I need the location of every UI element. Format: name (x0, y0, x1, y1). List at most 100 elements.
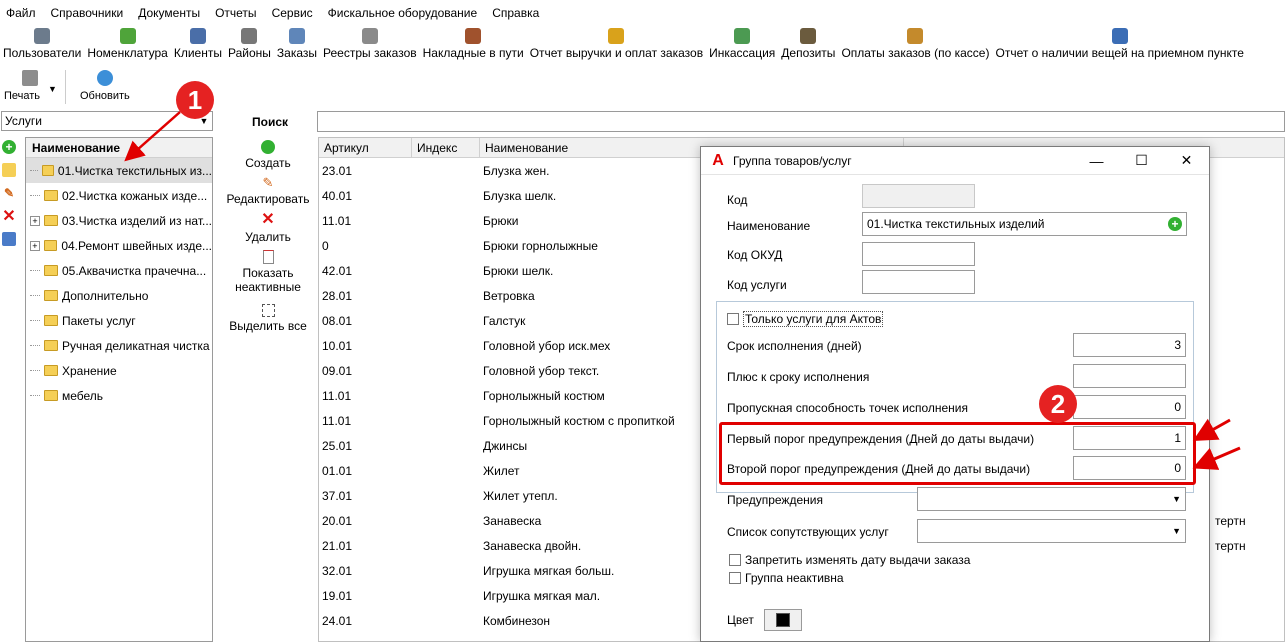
tree-item[interactable]: Дополнительно (26, 283, 212, 308)
toolbar-button[interactable]: Заказы (274, 26, 320, 60)
column-header-index[interactable]: Индекс (412, 138, 480, 157)
select-all-button[interactable]: Выделить все (218, 304, 318, 333)
toolbar-button-label: Оплаты заказов (по кассе) (841, 46, 990, 60)
pencil-icon[interactable]: ✎ (2, 186, 16, 200)
folder-icon (44, 390, 58, 401)
delete-button[interactable]: ✕ Удалить (218, 212, 318, 245)
maximize-icon[interactable]: ☐ (1119, 152, 1164, 169)
name-field[interactable]: 01.Чистка текстильных изделий + (862, 212, 1187, 236)
tree-item[interactable]: 05.Аквачистка прачечна... (26, 258, 212, 283)
toolbar-button[interactable]: Районы (225, 26, 274, 60)
tree-item[interactable]: +03.Чистка изделий из нат... (26, 208, 212, 233)
capacity-field[interactable]: 0 (1073, 395, 1186, 419)
chevron-down-icon: ▼ (1172, 494, 1181, 504)
add-icon[interactable]: + (2, 140, 16, 154)
tree-item-label: Хранение (62, 363, 117, 378)
show-inactive-button[interactable]: Показать неактивные (218, 250, 318, 294)
districts-icon (241, 28, 258, 44)
folder-icon (44, 190, 58, 201)
tree-item[interactable]: Пакеты услуг (26, 308, 212, 333)
toolbar-button-label: Накладные в пути (422, 46, 524, 60)
users-icon (34, 28, 51, 44)
toolbar-button[interactable]: Отчет о наличии вещей на приемном пункте (992, 26, 1246, 60)
cell-article: 19.01 (322, 588, 353, 603)
plus-circle-icon (261, 140, 275, 154)
cell-article: 09.01 (322, 363, 353, 378)
revenue-report-icon (608, 28, 625, 44)
tree-connector (30, 395, 40, 396)
menu-item[interactable]: Документы (131, 6, 208, 20)
inactive-checkbox-row[interactable]: Группа неактивна (729, 571, 844, 585)
capacity-label: Пропускная способность точек исполнения (727, 401, 968, 415)
menu-item[interactable]: Справка (485, 6, 547, 20)
toolbar-button[interactable]: Отчет выручки и оплат заказов (527, 26, 706, 60)
toolbar-button[interactable]: Реестры заказов (320, 26, 420, 60)
toolbar-button[interactable]: Пользователи (0, 26, 84, 60)
tree-item[interactable]: мебель (26, 383, 212, 408)
refresh-button[interactable]: Обновить (66, 66, 138, 108)
color-swatch (776, 613, 790, 627)
plus-term-field[interactable] (1073, 364, 1186, 388)
term-field[interactable]: 3 (1073, 333, 1186, 357)
toolbar-button[interactable]: Клиенты (171, 26, 225, 60)
open-folder-icon[interactable] (2, 163, 16, 177)
annotation-badge-2: 2 (1039, 385, 1077, 423)
related-services-select[interactable]: ▼ (917, 519, 1186, 543)
add-icon[interactable]: + (1168, 217, 1182, 231)
term-label: Срок исполнения (дней) (727, 339, 862, 353)
tree-item[interactable]: Хранение (26, 358, 212, 383)
inactive-checkbox[interactable] (729, 572, 741, 584)
print-button[interactable]: Печать ▼ (0, 66, 65, 108)
close-icon[interactable]: ✕ (1164, 152, 1209, 169)
tree-item-label: 05.Аквачистка прачечна... (62, 263, 207, 278)
printer-icon (22, 70, 39, 86)
okud-field[interactable] (862, 242, 975, 266)
toolbar-button[interactable]: Депозиты (778, 26, 838, 60)
menu-item[interactable]: Справочники (44, 6, 132, 20)
threshold-highlight-box (719, 422, 1196, 485)
tree-item[interactable]: 02.Чистка кожаных изде... (26, 183, 212, 208)
column-header-article[interactable]: Артикул (319, 138, 412, 157)
service-code-field[interactable] (862, 270, 975, 294)
folder-icon (42, 165, 54, 176)
warnings-select[interactable]: ▼ (917, 487, 1186, 511)
clients-icon (189, 28, 206, 44)
forbid-date-checkbox-row[interactable]: Запретить изменять дату выдачи заказа (729, 553, 970, 567)
tree-item-label: Пакеты услуг (62, 313, 136, 328)
tree-item[interactable]: 01.Чистка текстильных из... (26, 158, 212, 183)
menu-item[interactable]: Отчеты (208, 6, 264, 20)
expand-icon[interactable]: + (30, 215, 40, 226)
only-acts-checkbox-row[interactable]: Только услуги для Актов (727, 311, 884, 327)
toolbar-button[interactable]: Инкассация (706, 26, 778, 60)
create-button[interactable]: Создать (218, 140, 318, 170)
cell-article: 42.01 (322, 263, 353, 278)
toolbar-button[interactable]: Накладные в пути (420, 26, 527, 60)
tree-item[interactable]: Ручная деликатная чистка (26, 333, 212, 358)
only-acts-checkbox[interactable] (727, 313, 739, 325)
move-icon[interactable] (2, 232, 16, 246)
tree-item[interactable]: +04.Ремонт швейных изде... (26, 233, 212, 258)
cell-article: 25.01 (322, 438, 353, 453)
toolbar-button-label: Реестры заказов (323, 46, 417, 60)
toolbar-button-label: Клиенты (173, 46, 222, 60)
delete-icon[interactable]: ✕ (2, 208, 16, 225)
edit-button[interactable]: ✎ Редактировать (218, 176, 318, 207)
print-dropdown-icon[interactable]: ▼ (48, 84, 57, 94)
plus-term-label: Плюс к сроку исполнения (727, 370, 870, 384)
tree-connector (30, 320, 40, 321)
menu-item[interactable]: Сервис (265, 6, 321, 20)
menu-item[interactable]: Фискальное оборудование (321, 6, 486, 20)
toolbar-button[interactable]: Номенклатура (84, 26, 171, 60)
menu-item[interactable]: Файл (0, 6, 44, 20)
toolbar-button[interactable]: Оплаты заказов (по кассе) (838, 26, 992, 60)
color-picker-button[interactable] (764, 609, 802, 631)
forbid-date-checkbox[interactable] (729, 554, 741, 566)
cell-article: 37.01 (322, 488, 353, 503)
selection-icon (261, 304, 275, 317)
expand-icon[interactable]: + (30, 240, 40, 251)
menu-bar: Файл Справочники Документы Отчеты Сервис Фиск… (0, 0, 1285, 26)
code-field[interactable] (862, 184, 975, 208)
tree-item-label: Дополнительно (62, 288, 149, 303)
search-input[interactable] (317, 111, 1285, 132)
minimize-icon[interactable]: — (1074, 153, 1119, 169)
